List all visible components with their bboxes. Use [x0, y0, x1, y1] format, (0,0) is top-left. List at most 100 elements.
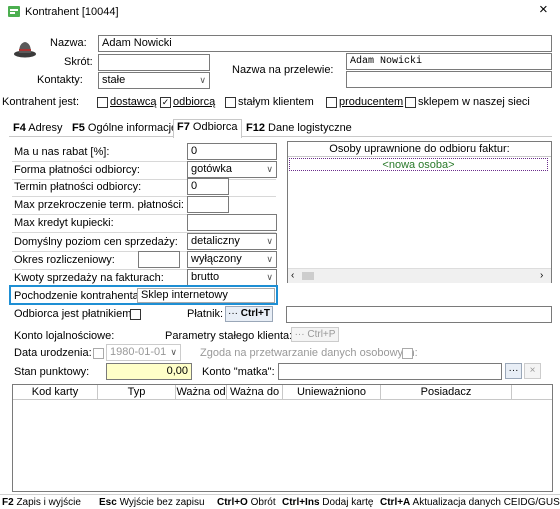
payer-label: Płatnik: — [187, 308, 224, 320]
role-store-label: sklepem w naszej sieci — [418, 96, 530, 108]
footer-cancel[interactable]: Esc Wyjście bez zapisu — [99, 497, 205, 509]
origin-input[interactable]: Sklep internetowy — [137, 288, 275, 303]
parent-select-button[interactable]: ··· — [505, 363, 522, 379]
col-cancelled[interactable]: Unieważniono — [283, 385, 381, 399]
parent-clear-button[interactable]: × — [524, 363, 541, 379]
parent-input[interactable] — [278, 363, 502, 380]
transfer-name-line2[interactable] — [346, 71, 552, 88]
period-select[interactable]: wyłączony ∨ — [187, 251, 277, 268]
loyalty-label: Konto lojalnościowe: — [14, 330, 115, 342]
footer-add-card[interactable]: Ctrl+Ins Dodaj kartę — [282, 497, 373, 509]
role-customer-label: odbiorcą — [173, 96, 216, 108]
col-holder[interactable]: Posiadacz — [381, 385, 512, 399]
contacts-select[interactable]: stałe ∨ — [98, 72, 210, 89]
period-label: Okres rozliczeniowy: — [14, 254, 115, 266]
chevron-down-icon: ∨ — [266, 236, 273, 246]
short-label: Skrót: — [64, 56, 93, 68]
chevron-down-icon: ∨ — [199, 75, 206, 85]
tab-logistics-label: Dane logistyczne — [268, 122, 352, 134]
scroll-right-icon[interactable]: › — [540, 269, 543, 283]
term-input[interactable]: 0 — [187, 178, 229, 195]
points-input[interactable]: 0,00 — [106, 363, 192, 380]
max-credit-label: Max kredyt kupiecki: — [14, 217, 114, 229]
birth-checkbox[interactable] — [93, 348, 104, 359]
payer-checkbox[interactable] — [130, 309, 141, 320]
new-person-row[interactable]: <nowa osoba> — [289, 158, 548, 171]
name-label: Nazwa: — [50, 37, 87, 49]
tab-addresses-label: Adresy — [28, 122, 63, 134]
footer-cancel-key: Esc — [99, 497, 117, 508]
footer-ceidg[interactable]: Ctrl+A Aktualizacja danych CEIDG/GUS — [380, 497, 560, 509]
tab-general[interactable]: F5 Ogólne informacje — [69, 121, 180, 136]
chevron-down-icon: ∨ — [266, 164, 273, 174]
chevron-down-icon: ∨ — [266, 272, 273, 282]
consent-label: Zgoda na przetwarzanie danych osobowych: — [200, 347, 418, 359]
ellipsis-icon: ··· — [508, 365, 519, 376]
ellipsis-icon: ··· — [228, 308, 239, 319]
consent-checkbox[interactable] — [402, 348, 413, 359]
footer-save[interactable]: F2 Zapis i wyjście — [2, 497, 81, 509]
tab-addresses[interactable]: F4 Adresy — [10, 121, 66, 136]
close-button[interactable]: × — [539, 2, 548, 17]
price-level-select[interactable]: detaliczny ∨ — [187, 233, 277, 250]
footer-add-card-key: Ctrl+Ins — [282, 497, 320, 508]
scroll-left-icon[interactable]: ‹ — [291, 269, 294, 283]
cards-table[interactable]: Kod karty Typ Ważna od Ważna do Unieważn… — [12, 384, 553, 492]
max-overdue-label: Max przekroczenie term. płatności: — [14, 199, 184, 211]
tab-logistics[interactable]: F12 Dane logistyczne — [243, 121, 355, 136]
footer-turnover-key: Ctrl+O — [217, 497, 248, 508]
footer-turnover[interactable]: Ctrl+O Obrót — [217, 497, 276, 509]
payment-value: gotówka — [191, 163, 232, 175]
footer-add-card-label: Dodaj kartę — [322, 497, 374, 508]
birth-value: 1980-01-01 — [110, 346, 167, 358]
col-card-code[interactable]: Kod karty — [13, 385, 98, 399]
discount-input[interactable]: 0 — [187, 143, 277, 160]
discount-label: Ma u nas rabat [%]: — [14, 146, 110, 158]
payer-select-button[interactable]: ··· Ctrl+T — [225, 306, 273, 322]
period-small-input[interactable] — [138, 251, 180, 268]
price-level-label: Domyślny poziom cen sprzedaży: — [14, 236, 178, 248]
footer-ceidg-label: Aktualizacja danych CEIDG/GUS — [412, 497, 560, 508]
role-customer-checkbox[interactable]: ✓ — [160, 97, 171, 108]
col-type[interactable]: Typ — [98, 385, 176, 399]
tab-customer-label: Odbiorca — [192, 121, 238, 133]
new-person-text: <nowa osoba> — [382, 159, 455, 171]
term-label: Termin płatności odbiorcy: — [14, 181, 142, 193]
persons-scrollbar[interactable]: ‹ › — [288, 268, 551, 283]
payer-input[interactable] — [286, 306, 552, 323]
chevron-down-icon: ∨ — [170, 347, 177, 357]
origin-label: Pochodzenie kontrahenta: — [14, 290, 142, 302]
tab-strip-line — [9, 136, 552, 137]
parent-label: Konto "matka": — [202, 366, 275, 378]
persons-header: Osoby uprawnione do odbioru faktur: — [288, 142, 551, 157]
transfer-name-line1[interactable]: Adam Nowicki — [346, 53, 552, 70]
payment-select[interactable]: gotówka ∨ — [187, 161, 277, 178]
tab-customer[interactable]: F7 Odbiorca — [173, 119, 242, 138]
hat-icon — [13, 37, 37, 59]
ellipsis-icon: ··· — [294, 329, 305, 340]
role-supplier-checkbox[interactable] — [97, 97, 108, 108]
params-button[interactable]: ··· Ctrl+P — [291, 327, 339, 342]
amounts-label: Kwoty sprzedaży na fakturach: — [14, 272, 164, 284]
max-overdue-input[interactable] — [187, 196, 229, 213]
name-input[interactable]: Adam Nowicki — [98, 35, 552, 52]
role-regular-checkbox[interactable] — [225, 97, 236, 108]
role-store-checkbox[interactable] — [405, 97, 416, 108]
tab-customer-key: F7 — [177, 121, 190, 133]
contacts-value: stałe — [102, 74, 126, 86]
short-input[interactable] — [98, 54, 210, 71]
price-level-value: detaliczny — [191, 235, 240, 247]
footer-turnover-label: Obrót — [250, 497, 276, 508]
role-producer-checkbox[interactable] — [326, 97, 337, 108]
payment-label: Forma płatności odbiorcy: — [14, 164, 140, 176]
footer-save-key: F2 — [2, 497, 14, 508]
chevron-down-icon: ∨ — [266, 254, 273, 264]
amounts-select[interactable]: brutto ∨ — [187, 269, 277, 286]
col-valid-from[interactable]: Ważna od — [176, 385, 227, 399]
birth-select[interactable]: 1980-01-01 ∨ — [106, 344, 181, 361]
max-credit-input[interactable] — [187, 214, 277, 231]
table-header: Kod karty Typ Ważna od Ważna do Unieważn… — [13, 385, 552, 400]
scroll-thumb[interactable] — [302, 272, 314, 280]
persons-header-text: Osoby uprawnione do odbioru faktur: — [329, 143, 510, 155]
col-valid-to[interactable]: Ważna do — [227, 385, 283, 399]
